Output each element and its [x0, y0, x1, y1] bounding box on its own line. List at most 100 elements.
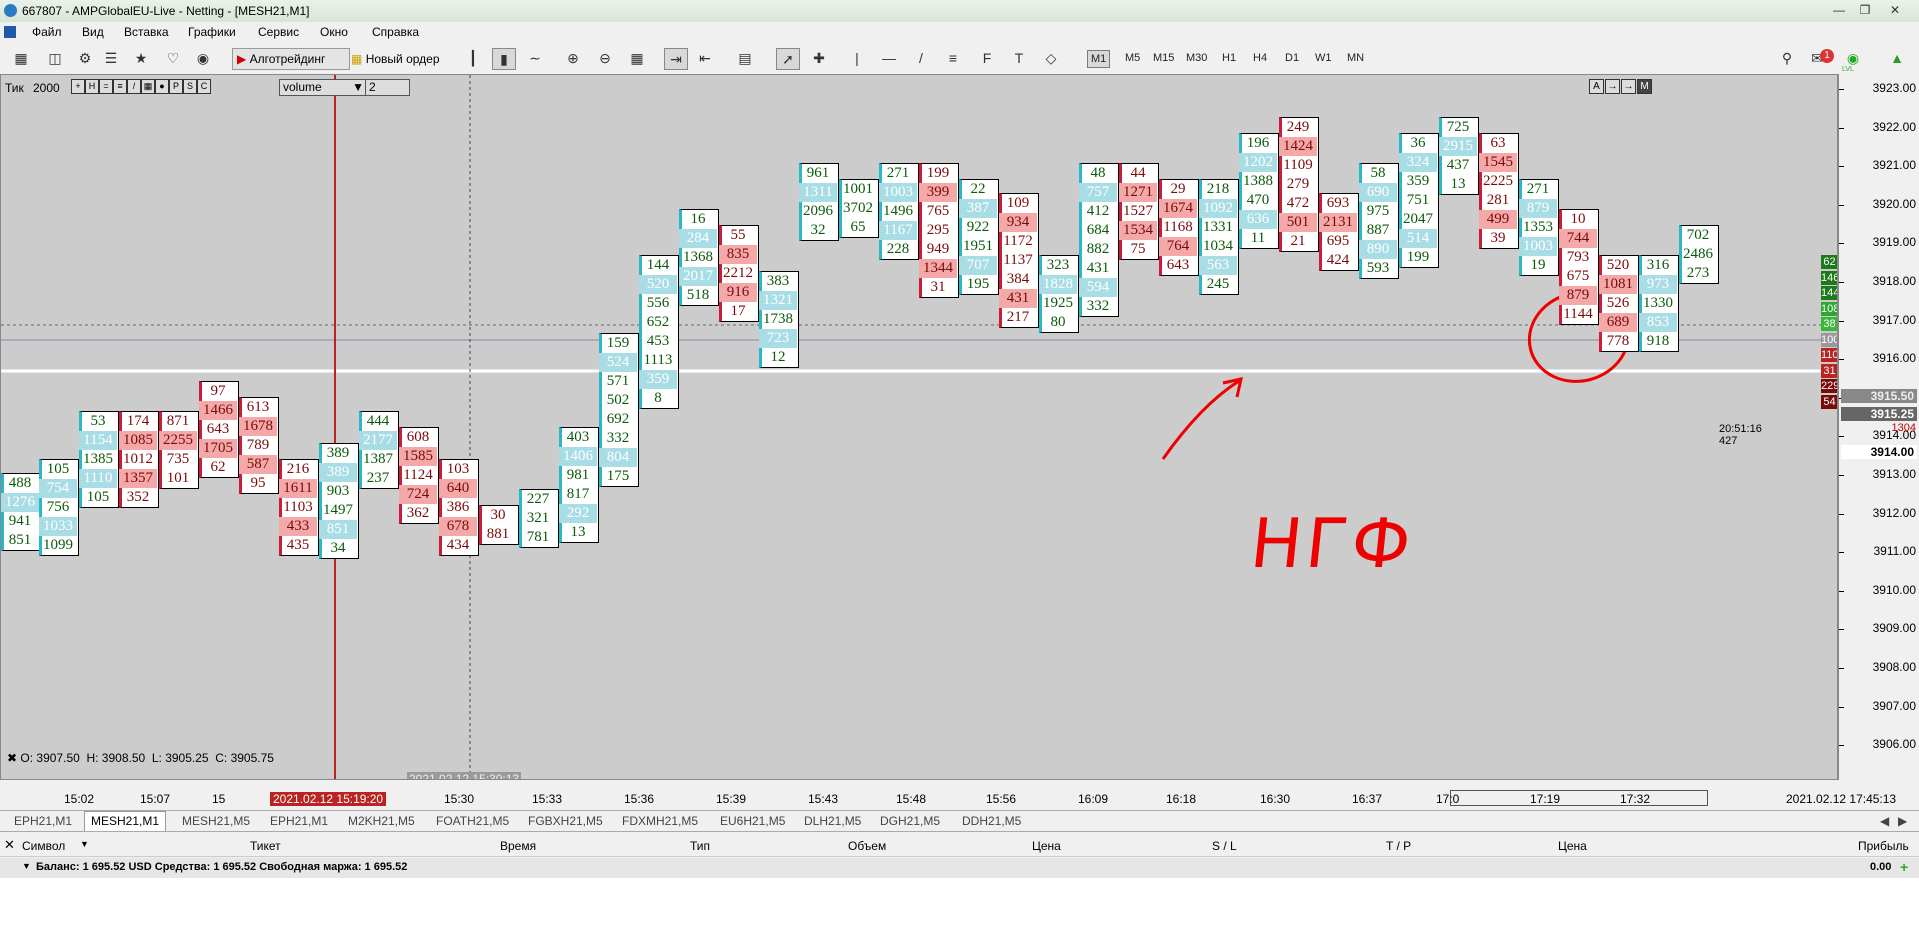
timeframe-m5[interactable]: M5 [1122, 50, 1143, 66]
trendline-icon[interactable]: / [910, 48, 932, 68]
data-window-icon[interactable]: ☰ [100, 48, 122, 68]
autoscroll-icon[interactable]: ⇥ [664, 48, 688, 70]
fibonacci-icon[interactable]: F [976, 48, 998, 68]
new-chart-icon[interactable]: ▦ [10, 48, 32, 68]
close-panel-icon[interactable]: ✕ [4, 837, 15, 853]
footprint-cell: 324 [1399, 153, 1437, 172]
price-tick-label: 3923.00 [1872, 81, 1916, 95]
text-icon[interactable]: T [1008, 48, 1030, 68]
tab-m2kh21-m5[interactable]: M2KH21,M5 [348, 814, 415, 828]
vertical-line-icon[interactable]: | [846, 48, 868, 68]
tab-dgh21-m5[interactable]: DGH21,M5 [880, 814, 940, 828]
footprint-cell: 237 [366, 470, 390, 486]
tab-mesh21-m5[interactable]: MESH21,M5 [182, 814, 250, 828]
timeframe-m15[interactable]: M15 [1150, 50, 1177, 66]
profiles-icon[interactable]: ◫ [44, 48, 66, 68]
notification-count-badge: 1 [1820, 49, 1834, 63]
signals-icon[interactable]: ◉ [192, 48, 214, 68]
timeframe-mn[interactable]: MN [1344, 50, 1367, 66]
collapse-icon[interactable]: ▼ [22, 861, 31, 871]
col-ticket[interactable]: Тикет [250, 839, 281, 853]
tab-mesh21-m1[interactable]: MESH21,M1 [84, 811, 167, 831]
channel-icon[interactable]: ≡ [942, 48, 964, 68]
bar-chart-icon[interactable]: ┃ [462, 48, 484, 68]
title-bar: 667807 - AMPGlobalEU-Live - Netting - [M… [0, 0, 1919, 23]
templates-icon[interactable]: ▤ [734, 48, 756, 68]
time-tick-label: 15:02 [64, 792, 95, 806]
col-type[interactable]: Тип [690, 839, 710, 853]
new-order-button[interactable]: ▦ Новый ордер [346, 48, 456, 70]
col-price-current[interactable]: Цена [1558, 839, 1587, 853]
tab-eu6h21-m5[interactable]: EU6H21,M5 [720, 814, 785, 828]
add-icon[interactable]: + [1900, 859, 1908, 875]
search-icon[interactable]: ⚲ [1776, 48, 1798, 68]
menu-charts[interactable]: Графики [188, 25, 236, 39]
navigator-icon[interactable]: ★ [130, 48, 152, 68]
timeframe-m30[interactable]: M30 [1183, 50, 1210, 66]
footprint-cell: 399 [919, 183, 957, 202]
tab-dlh21-m5[interactable]: DLH21,M5 [804, 814, 861, 828]
menu-file[interactable]: Файл [32, 25, 62, 39]
tile-windows-icon[interactable]: ▦ [626, 48, 648, 68]
timeframe-h1[interactable]: H1 [1219, 50, 1239, 66]
crosshair-icon[interactable]: ✚ [808, 48, 830, 68]
terminal-icon[interactable]: ♡ [162, 48, 184, 68]
cursor-icon[interactable]: ➚ [776, 48, 800, 70]
maximize-button[interactable]: ❐ [1852, 1, 1878, 19]
close-button[interactable]: ✕ [1882, 1, 1908, 19]
algotrading-button[interactable]: ▶ Алготрейдинг [232, 48, 350, 70]
col-symbol[interactable]: Символ [22, 839, 65, 853]
footprint-cell: 412 [1086, 203, 1110, 219]
col-time[interactable]: Время [500, 839, 536, 853]
footprint-cell: 29 [1170, 181, 1186, 197]
scroll-thumb[interactable] [1450, 790, 1708, 806]
tab-fgbxh21-m5[interactable]: FGBXH21,M5 [528, 814, 603, 828]
horizontal-line-icon[interactable]: — [878, 48, 900, 68]
footprint-cell: 97 [210, 383, 226, 399]
signal-status-icon[interactable]: ◉ [1842, 48, 1864, 68]
col-price[interactable]: Цена [1032, 839, 1061, 853]
timeframe-w1[interactable]: W1 [1312, 50, 1335, 66]
tab-fdxmh21-m5[interactable]: FDXMH21,M5 [622, 814, 698, 828]
candlestick-icon[interactable]: ▮ [492, 48, 516, 70]
tabs-scroll-left-icon[interactable]: ◀ [1880, 814, 1889, 828]
timeframe-h4[interactable]: H4 [1250, 50, 1270, 66]
footprint-cell: 518 [686, 287, 710, 303]
tab-foath21-m5[interactable]: FOATH21,M5 [436, 814, 509, 828]
chart-shift-icon[interactable]: ⇤ [694, 48, 716, 68]
tab-eph21-m1[interactable]: EPH21,M1 [14, 814, 72, 828]
footprint-cell: 501 [1279, 213, 1317, 232]
tick-volume-badge: 144 [1821, 286, 1838, 300]
menu-window[interactable]: Окно [320, 25, 348, 39]
shapes-icon[interactable]: ◇ [1040, 48, 1062, 68]
timeframe-m1[interactable]: M1 [1087, 50, 1111, 68]
menu-help[interactable]: Справка [372, 25, 419, 39]
col-volume[interactable]: Объем [848, 839, 886, 853]
footprint-cell: 273 [1686, 265, 1710, 281]
col-sl[interactable]: S / L [1212, 839, 1237, 853]
zoom-out-icon[interactable]: ⊖ [594, 48, 616, 68]
footprint-cell: 279 [1286, 176, 1310, 192]
menu-insert[interactable]: Вставка [124, 25, 169, 39]
footprint-cell: 295 [926, 222, 950, 238]
menu-view[interactable]: Вид [82, 25, 104, 39]
line-chart-icon[interactable]: ∼ [524, 48, 546, 68]
chart-area[interactable]: Тик 2000 + H = ≡ / ▦ ● P S C volume ▼ 2 A → → M ✖… [0, 74, 1838, 780]
tab-ddh21-m5[interactable]: DDH21,M5 [962, 814, 1021, 828]
footprint-cell: 526 [1606, 295, 1630, 311]
minimize-button[interactable]: — [1826, 1, 1852, 19]
footprint-cell: 1168 [1163, 219, 1193, 235]
community-icon[interactable]: ▲ [1886, 48, 1908, 68]
zoom-in-icon[interactable]: ⊕ [562, 48, 584, 68]
timeframe-d1[interactable]: D1 [1282, 50, 1302, 66]
tabs-scroll-right-icon[interactable]: ▶ [1898, 814, 1907, 828]
tab-eph21-m1-2[interactable]: EPH21,M1 [270, 814, 328, 828]
footprint-cell: 778 [1606, 333, 1630, 349]
col-profit[interactable]: Прибыль [1858, 839, 1909, 853]
menu-tools[interactable]: Сервис [258, 25, 299, 39]
market-watch-icon[interactable]: ⚙ [74, 48, 96, 68]
footprint-cell: 2131 [1319, 213, 1357, 232]
footprint-cell: 1311 [799, 183, 837, 202]
footprint-cell: 431 [999, 289, 1037, 308]
col-tp[interactable]: T / P [1386, 839, 1411, 853]
